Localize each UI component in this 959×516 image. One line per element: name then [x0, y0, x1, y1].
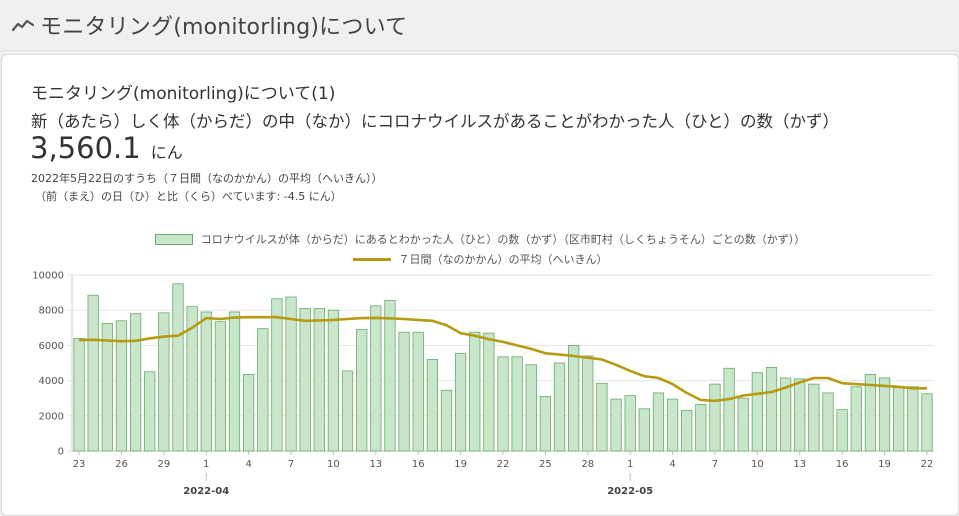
- chart-bar: [243, 374, 255, 452]
- chart-bar: [610, 398, 622, 452]
- y-tick-label: 6000: [39, 341, 64, 352]
- chart-bar: [539, 396, 552, 452]
- chart-bar: [850, 386, 862, 452]
- chart-bar: [327, 309, 340, 452]
- chart-bar: [398, 331, 410, 452]
- x-tick-label: 1: [627, 459, 633, 470]
- chart-bar: [921, 393, 933, 452]
- chart-bar: [101, 322, 113, 452]
- chart-bar: [228, 311, 241, 452]
- x-tick-label: 1: [203, 459, 209, 470]
- x-tick-label: 22: [497, 459, 510, 470]
- chart-bar: [695, 403, 707, 452]
- chart-bar: [469, 331, 481, 452]
- chart-bar: [723, 367, 735, 452]
- x-tick-label: 23: [73, 459, 86, 470]
- cases-chart: 10000 8000 6000 4000 2000 0 23 26 29 1 4 7 10 13 16 19 2…: [32, 271, 934, 497]
- y-tick-label: 8000: [39, 306, 64, 317]
- y-tick-label: 2000: [39, 411, 64, 422]
- chart-bar: [836, 409, 848, 452]
- chart-bar: [144, 371, 156, 452]
- trend-line-icon: [12, 15, 36, 35]
- month-label: 2022-04: [183, 486, 229, 497]
- chart-bar: [158, 312, 170, 452]
- chart-bar: [426, 359, 438, 452]
- chart-bar: [172, 283, 184, 452]
- x-tick-label: 4: [245, 459, 251, 470]
- chart-bar: [454, 352, 467, 452]
- chart-bar: [370, 305, 382, 452]
- chart-bar: [525, 364, 537, 452]
- month-label: 2022-05: [607, 486, 653, 497]
- chart-bar: [822, 392, 834, 452]
- chart-bar: [794, 378, 806, 452]
- chart-bar: [907, 386, 919, 452]
- x-tick-label: 7: [712, 459, 718, 470]
- chart-bar: [384, 300, 396, 452]
- x-tick-label: 19: [878, 459, 891, 470]
- chart-bar: [341, 370, 354, 452]
- chart-bar: [87, 294, 99, 452]
- x-tick-label: 16: [412, 459, 425, 470]
- chart-bar: [582, 355, 594, 452]
- page-title: モニタリング(monitorling)について: [40, 15, 408, 40]
- chart-bar: [299, 308, 311, 452]
- chart-bar: [709, 383, 721, 452]
- monitoring-card: モニタリング(monitorling)について(1) 新（あたら）しく体（からだ…: [1, 54, 959, 516]
- page-header: モニタリング(monitorling)について: [0, 0, 959, 51]
- chart-bar: [878, 377, 891, 452]
- chart-bar: [666, 398, 679, 452]
- x-tick-label: 10: [751, 459, 764, 470]
- chart-bar: [271, 298, 283, 452]
- chart-bar: [356, 329, 368, 452]
- chart-bar: [624, 395, 636, 452]
- chart-bar: [412, 331, 424, 452]
- chart-bar: [440, 389, 453, 452]
- x-tick-label: 22: [921, 459, 934, 470]
- x-tick-label: 7: [288, 459, 294, 470]
- chart-bar: [596, 382, 608, 452]
- chart-bar: [129, 313, 142, 452]
- chart-bar: [497, 356, 509, 452]
- x-tick-label: 26: [115, 459, 128, 470]
- chart-bar: [681, 410, 693, 452]
- chart-bar: [200, 311, 212, 452]
- chart-bar: [214, 321, 227, 452]
- chart-bar: [652, 392, 665, 452]
- chart-bar: [808, 383, 820, 452]
- chart-bar: [483, 332, 495, 452]
- x-tick-label: 13: [369, 459, 382, 470]
- chart-bar: [751, 372, 763, 452]
- x-tick-label: 10: [327, 459, 340, 470]
- chart-bar: [765, 366, 778, 452]
- chart-bar: [313, 308, 325, 452]
- chart-bar: [73, 337, 85, 452]
- y-tick-label: 4000: [39, 376, 64, 387]
- x-tick-label: 16: [836, 459, 849, 470]
- y-tick-label: 10000: [32, 271, 64, 282]
- chart-bar: [568, 344, 580, 452]
- x-tick-label: 4: [669, 459, 675, 470]
- x-tick-label: 25: [539, 459, 552, 470]
- chart-bar: [257, 328, 269, 452]
- x-tick-label: 28: [581, 459, 594, 470]
- chart-bar: [893, 387, 905, 452]
- chart-bar: [638, 408, 650, 452]
- chart-bar: [737, 397, 749, 452]
- x-tick-label: 13: [793, 459, 806, 470]
- chart-bar: [553, 362, 566, 452]
- chart-bar: [511, 356, 523, 452]
- y-tick-label: 0: [58, 447, 64, 458]
- x-tick-label: 19: [454, 459, 467, 470]
- x-tick-label: 29: [157, 459, 170, 470]
